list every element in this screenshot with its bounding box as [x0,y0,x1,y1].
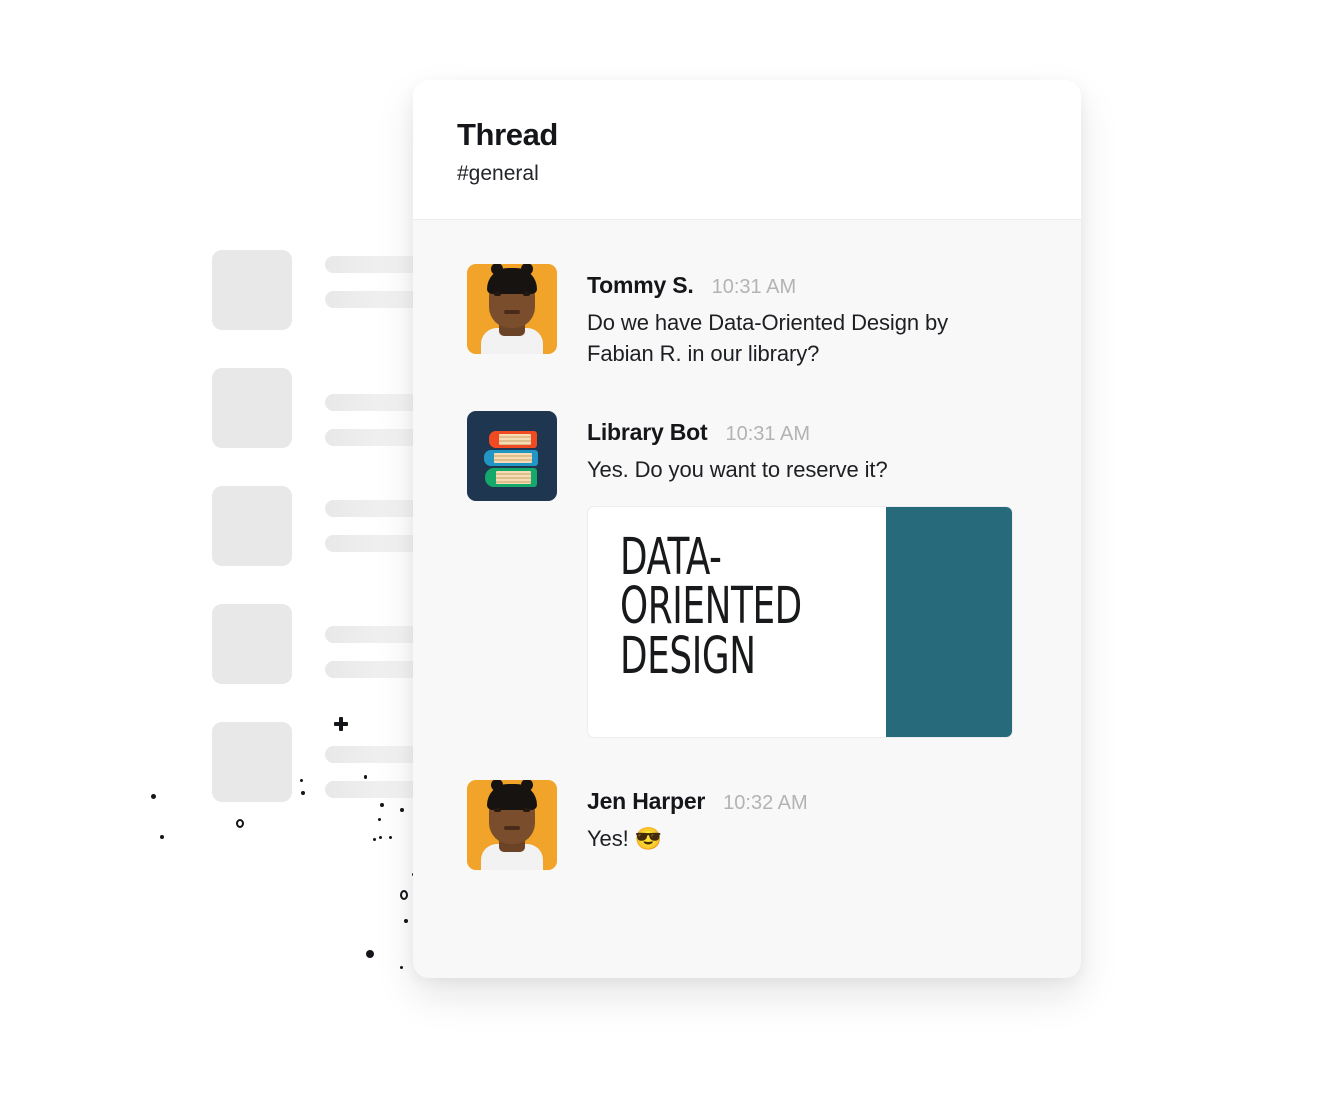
dot-sparkle-icon [400,808,404,812]
message-item: Library Bot 10:31 AM Yes. Do you want to… [467,411,1037,738]
dot-sparkle-icon [380,803,384,807]
dot-sparkle-icon [366,950,374,958]
ring-sparkle-icon [236,819,244,828]
dot-sparkle-icon [389,836,392,839]
dot-sparkle-icon [364,775,367,778]
dot-sparkle-icon [378,818,381,821]
book-cover-spine [886,506,1012,737]
book-pages [496,471,531,485]
message-content: Jen Harper 10:32 AM Yes! 😎 [587,780,1037,870]
message-author[interactable]: Library Bot [587,419,708,446]
message-text: Yes. Do you want to reserve it? [587,457,888,483]
avatar-mouth [504,310,520,314]
dot-sparkle-icon [151,794,156,799]
dot-sparkle-icon [160,835,164,839]
dot-sparkle-icon [404,919,408,923]
ring-sparkle-icon [400,890,408,900]
book-attachment-card[interactable]: DATA- ORIENTED DESIGN [587,505,1013,738]
dot-sparkle-icon [373,838,376,841]
avatar-mouth [504,825,520,830]
avatar-eye [494,292,501,296]
book-pages [494,453,532,464]
message-text: Do we have Data-Oriented Design by Fabia… [587,310,949,367]
screenshot-root: Thread #general Tommy S. 10:31 AM Do we … [0,0,1340,1100]
message-meta: Tommy S. 10:31 AM [587,272,1037,299]
person-photo-avatar [467,779,557,870]
message-text: Yes! 😎 [587,825,662,851]
book-cover-title: DATA- ORIENTED DESIGN [620,527,802,686]
avatar[interactable] [467,779,557,870]
dot-sparkle-icon [300,779,303,782]
message-item: Jen Harper 10:32 AM Yes! 😎 [467,779,1037,870]
message-meta: Library Bot 10:31 AM [587,419,1037,446]
dot-sparkle-icon [379,836,382,839]
dot-sparkle-icon [400,966,403,969]
page-title: Thread [457,117,558,152]
avatar[interactable] [467,411,557,502]
message-author[interactable]: Jen Harper [587,788,705,815]
avatar[interactable] [467,264,557,354]
message-author[interactable]: Tommy S. [587,272,694,299]
message-meta: Jen Harper 10:32 AM [587,788,1037,815]
avatar-hair [487,779,537,810]
message-item: Tommy S. 10:31 AM Do we have Data-Orient… [467,264,1037,369]
avatar-eye [523,807,530,812]
book-shape [484,450,538,467]
message-timestamp: 10:31 AM [711,276,797,298]
message-list: Tommy S. 10:31 AM Do we have Data-Orient… [413,220,1081,870]
avatar-eye [494,807,501,812]
message-timestamp: 10:32 AM [723,791,808,814]
thread-header: Thread #general [413,80,1081,220]
person-photo-avatar [467,264,557,354]
avatar-hair [487,264,537,294]
books-icon [467,411,557,502]
thread-panel: Thread #general Tommy S. 10:31 AM Do we … [413,80,1081,978]
book-shape [485,468,537,488]
dot-sparkle-icon [301,791,305,795]
message-content: Tommy S. 10:31 AM Do we have Data-Orient… [587,264,1037,369]
book-shape [489,431,537,449]
avatar-eye [523,292,530,296]
book-cover-front: DATA- ORIENTED DESIGN [588,507,886,737]
message-timestamp: 10:31 AM [725,423,810,446]
message-content: Library Bot 10:31 AM Yes. Do you want to… [587,411,1037,738]
channel-name[interactable]: #general [457,162,1081,186]
book-pages [499,434,531,446]
